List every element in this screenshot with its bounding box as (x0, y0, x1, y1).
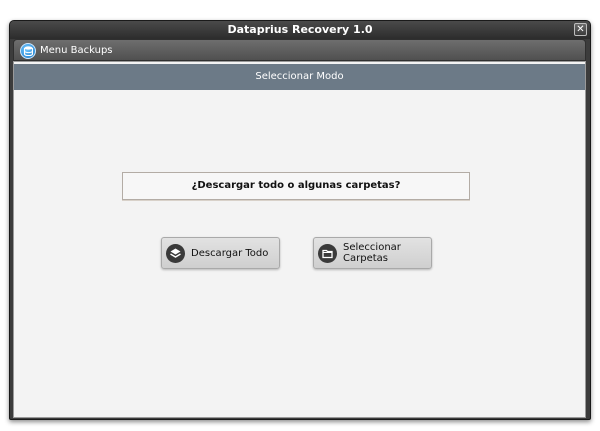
download-all-label: Descargar Todo (191, 247, 269, 259)
question-label: ¿Descargar todo o algunas carpetas? (122, 172, 470, 200)
close-button[interactable]: ✕ (574, 23, 587, 36)
select-folders-label: Seleccionar Carpetas (343, 242, 401, 264)
title-bar[interactable]: Dataprius Recovery 1.0 ✕ (10, 21, 590, 39)
app-window: Dataprius Recovery 1.0 ✕ Menu Backups Se… (9, 20, 591, 420)
database-icon (20, 42, 36, 59)
menu-bar: Menu Backups (13, 39, 586, 61)
mode-header: Seleccionar Modo (14, 64, 585, 90)
layers-icon (166, 243, 185, 263)
close-icon: ✕ (576, 24, 585, 35)
main-content: Seleccionar Modo ¿Descargar todo o algun… (13, 61, 586, 418)
menu-backups-label: Menu Backups (40, 45, 113, 56)
menu-backups-button[interactable]: Menu Backups (20, 42, 113, 59)
select-folders-button[interactable]: Seleccionar Carpetas (313, 237, 432, 269)
download-all-button[interactable]: Descargar Todo (161, 237, 280, 269)
window-title: Dataprius Recovery 1.0 (227, 23, 373, 36)
folder-icon (318, 243, 337, 263)
